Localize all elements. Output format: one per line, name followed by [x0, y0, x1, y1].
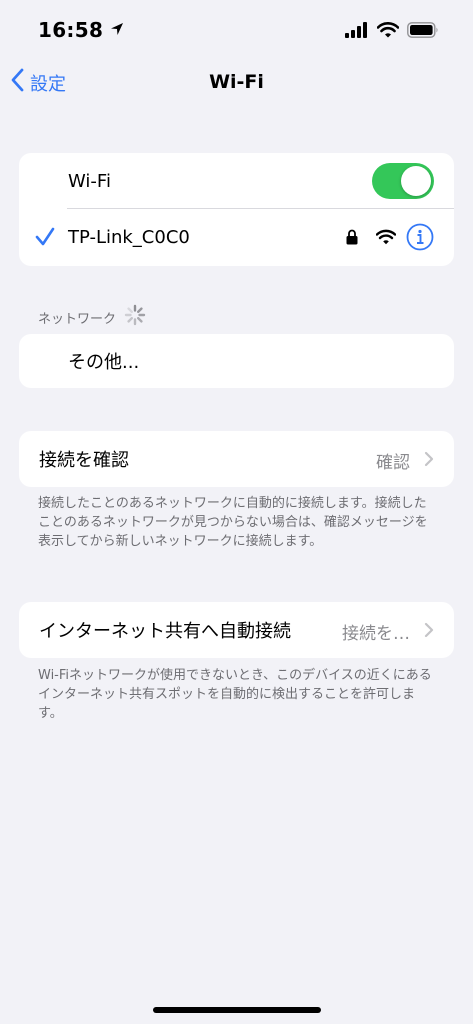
chevron-right-icon	[424, 622, 434, 642]
home-indicator[interactable]	[153, 1007, 321, 1013]
wifi-toggle-label: Wi-Fi	[68, 170, 111, 192]
checkmark-icon	[35, 227, 55, 251]
ask-to-join-value: 確認	[376, 453, 410, 473]
info-icon[interactable]	[406, 223, 434, 255]
auto-join-hotspot-group: インターネット共有へ自動接続 接続を…	[19, 602, 454, 658]
status-bar: 16:58	[0, 0, 473, 56]
location-arrow-icon	[109, 18, 125, 42]
page-title: Wi-Fi	[209, 71, 264, 93]
other-network-label: その他...	[68, 352, 140, 373]
cellular-signal-icon	[345, 22, 369, 42]
battery-icon	[407, 22, 439, 42]
toggle-knob	[401, 166, 431, 196]
other-network-row[interactable]: その他...	[19, 334, 454, 388]
chevron-right-icon	[424, 451, 434, 471]
wifi-icon	[376, 22, 400, 42]
status-icons	[345, 22, 439, 42]
loading-spinner-icon	[124, 304, 146, 330]
wifi-toggle[interactable]	[372, 163, 434, 199]
status-time: 16:58	[38, 18, 104, 42]
wifi-settings-group: Wi-Fi TP-Link_C0C0	[19, 153, 454, 266]
ask-to-join-group: 接続を確認 確認	[19, 431, 454, 487]
wifi-toggle-row: Wi-Fi	[19, 153, 454, 209]
ask-to-join-row[interactable]: 接続を確認 確認	[19, 431, 454, 487]
status-time-group: 16:58	[38, 18, 125, 42]
lock-icon	[346, 229, 358, 249]
networks-section-header: ネットワーク	[38, 304, 146, 330]
networks-header-label: ネットワーク	[38, 311, 117, 327]
ask-to-join-footer: 接続したことのあるネットワークに自動的に接続します。接続したことのあるネットワー…	[38, 496, 428, 549]
auto-join-hotspot-row[interactable]: インターネット共有へ自動接続 接続を…	[19, 602, 454, 658]
auto-join-hotspot-value: 接続を…	[342, 624, 410, 644]
ask-to-join-label: 接続を確認	[39, 450, 129, 471]
networks-group: その他...	[19, 334, 454, 388]
connected-network-name: TP-Link_C0C0	[68, 226, 190, 248]
wifi-signal-icon	[375, 229, 397, 249]
auto-join-hotspot-footer: Wi-Fiネットワークが使用できないとき、このデバイスの近くにあるインターネット…	[38, 668, 432, 721]
auto-join-hotspot-label: インターネット共有へ自動接続	[39, 621, 291, 642]
connected-network-row[interactable]: TP-Link_C0C0	[19, 209, 454, 265]
navigation-bar: 設定 Wi-Fi	[0, 60, 473, 108]
